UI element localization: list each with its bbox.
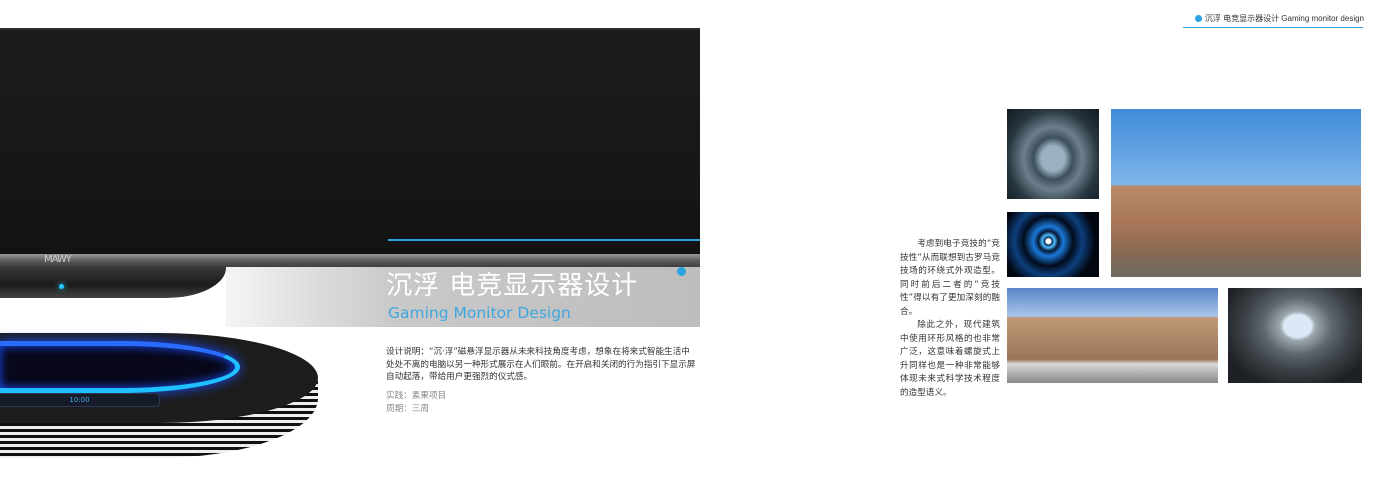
- monitor-base: [0, 266, 226, 298]
- photo-colosseum-large: [1111, 109, 1361, 277]
- section-header: 沉浮 电竞显示器设计 Gaming monitor design: [1194, 13, 1364, 24]
- period-text: 周期：三周: [386, 403, 429, 414]
- photo-colosseum-interior: [1007, 109, 1099, 199]
- project-meta: 实践：素果项目 周期：三周: [386, 390, 446, 415]
- photo-ring-architecture: [1228, 288, 1362, 383]
- levitation-base: 10:00: [0, 333, 318, 458]
- design-description: 设计说明：“沉·浮”磁悬浮显示器从未来科技角度考虑，想象在将来式智能生活中处处不…: [386, 347, 696, 382]
- accent-dot: [677, 267, 686, 276]
- page-title: 沉浮 电竞显示器设计: [386, 271, 639, 301]
- practice-text: 实践：素果项目: [386, 391, 447, 401]
- concept-paragraph-2: 除此之外，现代建筑中使用环形风格的也非常广泛，这意味着螺旋式上升同样也是一种非常…: [900, 320, 1000, 398]
- glow-ring: [0, 341, 240, 393]
- concept-paragraph-1: 考虑到电子竞技的“竞技性”从而联想到古罗马竞技场的环绕式外观造型。同时前后二者的…: [900, 239, 1000, 317]
- base-display: 10:00: [0, 393, 160, 407]
- led-indicator: [59, 284, 64, 289]
- page-subtitle: Gaming Monitor Design: [388, 304, 571, 322]
- product-logo: MAWY: [44, 254, 72, 265]
- photo-colosseum-wide: [1007, 288, 1218, 383]
- photo-spiral-blue: [1007, 212, 1099, 277]
- accent-line: [388, 239, 700, 241]
- monitor-screen: [0, 28, 700, 256]
- header-underline: [1183, 27, 1363, 28]
